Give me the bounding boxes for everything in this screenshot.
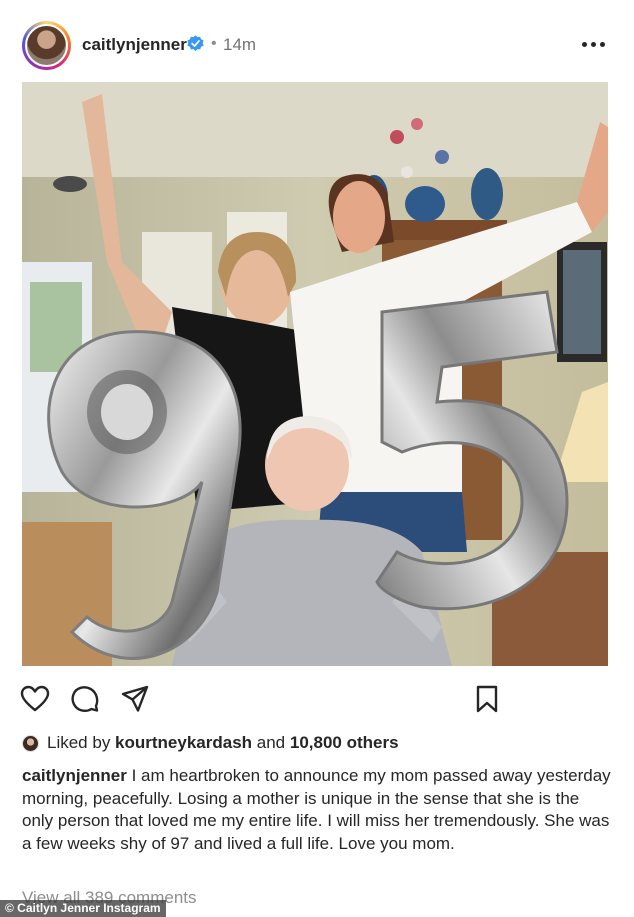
avatar[interactable] xyxy=(25,24,68,67)
post-actions xyxy=(0,684,634,716)
more-options-button[interactable] xyxy=(582,36,606,54)
separator-dot: • xyxy=(211,35,217,52)
image-credit: © Caitlyn Jenner Instagram xyxy=(0,900,166,917)
likes-prefix: Liked by xyxy=(47,733,116,752)
heart-icon[interactable] xyxy=(20,684,50,714)
likes-user[interactable]: kourtneykardash xyxy=(115,733,252,752)
post-username[interactable]: caitlynjenner xyxy=(82,35,187,55)
likes-text[interactable]: Liked by kourtneykardash and 10,800 othe… xyxy=(47,733,399,753)
caption-username[interactable]: caitlynjenner xyxy=(22,766,127,785)
more-horizontal-icon xyxy=(582,42,587,47)
verified-badge-icon xyxy=(187,35,204,52)
post-header: caitlynjenner • 14m xyxy=(0,0,634,82)
story-ring[interactable] xyxy=(22,21,71,70)
liker-avatar[interactable] xyxy=(22,735,39,752)
bookmark-icon[interactable] xyxy=(472,684,502,714)
photo-illustration xyxy=(22,82,608,666)
more-dot xyxy=(591,42,596,47)
likes-count[interactable]: 10,800 others xyxy=(290,733,399,752)
post-caption: caitlynjenner I am heartbroken to announ… xyxy=(22,765,612,855)
post-timestamp[interactable]: 14m xyxy=(223,35,256,55)
comment-icon[interactable] xyxy=(70,684,100,714)
post-photo[interactable] xyxy=(22,82,608,666)
send-icon[interactable] xyxy=(120,684,150,714)
more-dot xyxy=(600,42,605,47)
likes-middle: and xyxy=(252,733,290,752)
